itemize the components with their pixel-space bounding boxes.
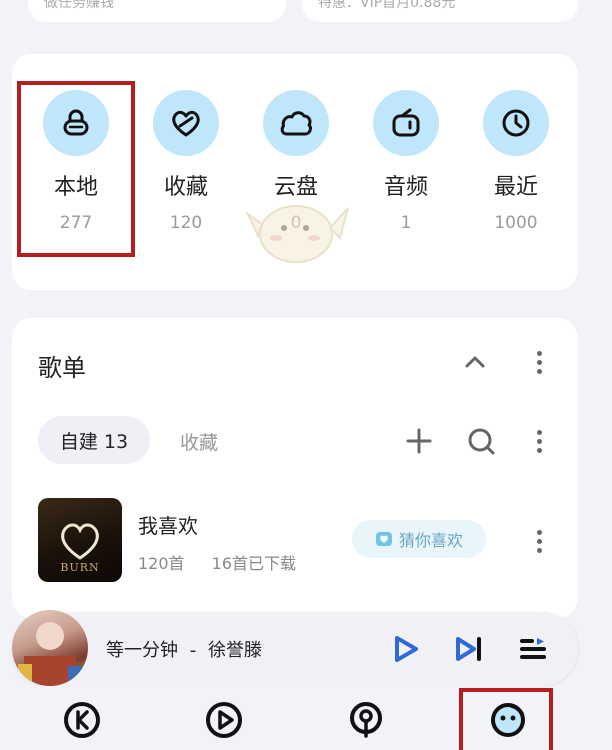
quick-item-favorites[interactable]: 收藏 120	[131, 54, 241, 234]
mascot-icon	[245, 205, 349, 263]
search-icon	[468, 428, 495, 455]
playlist-card: 歌单 自建 13 收藏 BURN 我喜欢 120首 16首已下载 猜你喜欢	[12, 318, 578, 618]
play-icon	[395, 636, 418, 662]
task-card-text: 做任务赚钱	[44, 0, 114, 11]
section-more-icon[interactable]	[537, 351, 543, 374]
nav-k-song[interactable]	[62, 700, 102, 740]
clock-icon	[483, 90, 549, 156]
task-card[interactable]: 做任务赚钱	[28, 0, 286, 22]
playlist-section-title: 歌单	[38, 354, 86, 382]
quick-item-label: 收藏	[163, 175, 208, 200]
playlist-song-count: 120首	[138, 554, 185, 573]
podcast-icon	[350, 702, 382, 738]
radio-icon	[373, 90, 439, 156]
song-separator: -	[189, 640, 197, 661]
song-artist: 徐誉滕	[207, 640, 262, 661]
nav-podcast[interactable]	[346, 700, 386, 740]
heart-chat-icon	[375, 532, 392, 546]
cover-text: BURN	[60, 561, 100, 574]
skip-next-icon	[456, 637, 481, 661]
search-playlist-button[interactable]	[467, 427, 495, 455]
highlight-box-profile	[459, 688, 553, 750]
quick-item-label: 最近	[493, 175, 538, 200]
quick-item-audio[interactable]: 音频 1	[351, 54, 461, 234]
quick-item-recent[interactable]: 最近 1000	[461, 54, 571, 234]
playlist-meta: 120首 16首已下载	[138, 550, 318, 574]
next-button[interactable]	[454, 634, 484, 664]
mini-player[interactable]: 等一分钟 - 徐誉滕	[12, 610, 578, 686]
playlist-downloaded-count: 16首已下载	[211, 554, 297, 573]
guess-you-like-button[interactable]: 猜你喜欢	[352, 520, 486, 558]
tab-more-icon[interactable]	[537, 430, 543, 453]
playlist-queue-button[interactable]	[518, 634, 548, 664]
play-button[interactable]	[390, 634, 420, 664]
playlist-item-more-icon[interactable]	[537, 530, 543, 553]
queue-list-icon	[520, 638, 546, 659]
quick-item-label: 音频	[383, 175, 428, 200]
add-playlist-button[interactable]	[406, 428, 432, 454]
quick-item-count: 1000	[494, 213, 538, 233]
cloud-icon	[263, 90, 329, 156]
highlight-box-local	[17, 81, 135, 257]
k-logo-icon	[64, 702, 100, 738]
now-playing: 等一分钟 - 徐誉滕	[106, 636, 262, 662]
playlist-cover: BURN	[38, 498, 122, 582]
tab-created[interactable]: 自建 13	[38, 416, 150, 464]
collapse-button[interactable]	[464, 354, 486, 370]
play-circle-icon	[206, 702, 242, 738]
quick-item-count: 1	[400, 213, 412, 233]
playlist-name: 我喜欢	[138, 514, 198, 538]
tab-collected[interactable]: 收藏	[180, 428, 218, 455]
album-art	[12, 610, 88, 686]
quick-item-count: 120	[169, 213, 203, 233]
song-title: 等一分钟	[106, 640, 178, 661]
chevron-up-icon	[465, 356, 485, 368]
guess-you-like-label: 猜你喜欢	[398, 531, 463, 550]
plus-icon	[406, 428, 432, 454]
nav-video[interactable]	[204, 700, 244, 740]
vip-card[interactable]: 特惠：VIP首月0.88元	[302, 0, 578, 22]
bottom-nav	[0, 686, 612, 750]
vip-card-text: 特惠：VIP首月0.88元	[318, 0, 456, 11]
heart-icon	[153, 90, 219, 156]
